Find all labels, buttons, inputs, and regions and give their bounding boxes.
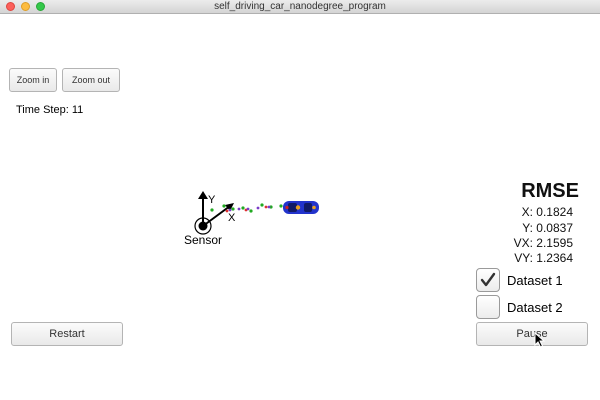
lidar-measurement xyxy=(222,204,226,208)
estimate-marker xyxy=(237,207,241,211)
sensor-label: Sensor xyxy=(184,233,223,247)
estimate-marker xyxy=(246,207,250,211)
rmse-vx-value: VX: 2.1595 xyxy=(513,236,573,250)
estimate-marker xyxy=(228,208,232,212)
axis-y-label: Y xyxy=(208,194,216,206)
dataset-2-checkbox[interactable] xyxy=(476,295,500,319)
restart-button[interactable]: Restart xyxy=(11,322,123,346)
dataset-2-label[interactable]: Dataset 2 xyxy=(507,300,563,315)
lidar-measurement xyxy=(210,208,214,212)
rmse-title: RMSE xyxy=(521,180,579,202)
lidar-measurement xyxy=(241,206,245,210)
rmse-x-value: X: 0.1824 xyxy=(521,205,573,219)
car-icon xyxy=(283,201,319,214)
lidar-measurement xyxy=(279,204,283,208)
estimate-marker xyxy=(267,205,271,209)
measurement-markers xyxy=(210,203,283,213)
lidar-measurement xyxy=(260,203,264,207)
estimate-marker xyxy=(256,206,260,210)
radar-measurement xyxy=(264,205,268,209)
pause-button[interactable]: Pause xyxy=(476,322,588,346)
dataset-1-label[interactable]: Dataset 1 xyxy=(507,273,563,288)
rmse-y-value: Y: 0.0837 xyxy=(522,221,573,235)
cursor-arrow-icon xyxy=(534,332,546,348)
axis-x-label: X xyxy=(228,212,236,224)
radar-measurement xyxy=(225,209,229,213)
dataset-1-checkbox[interactable] xyxy=(476,268,500,292)
lidar-measurement xyxy=(231,207,235,211)
rmse-vy-value: VY: 1.2364 xyxy=(514,251,573,265)
checkmark-icon xyxy=(480,272,496,287)
lidar-measurement xyxy=(249,209,253,213)
